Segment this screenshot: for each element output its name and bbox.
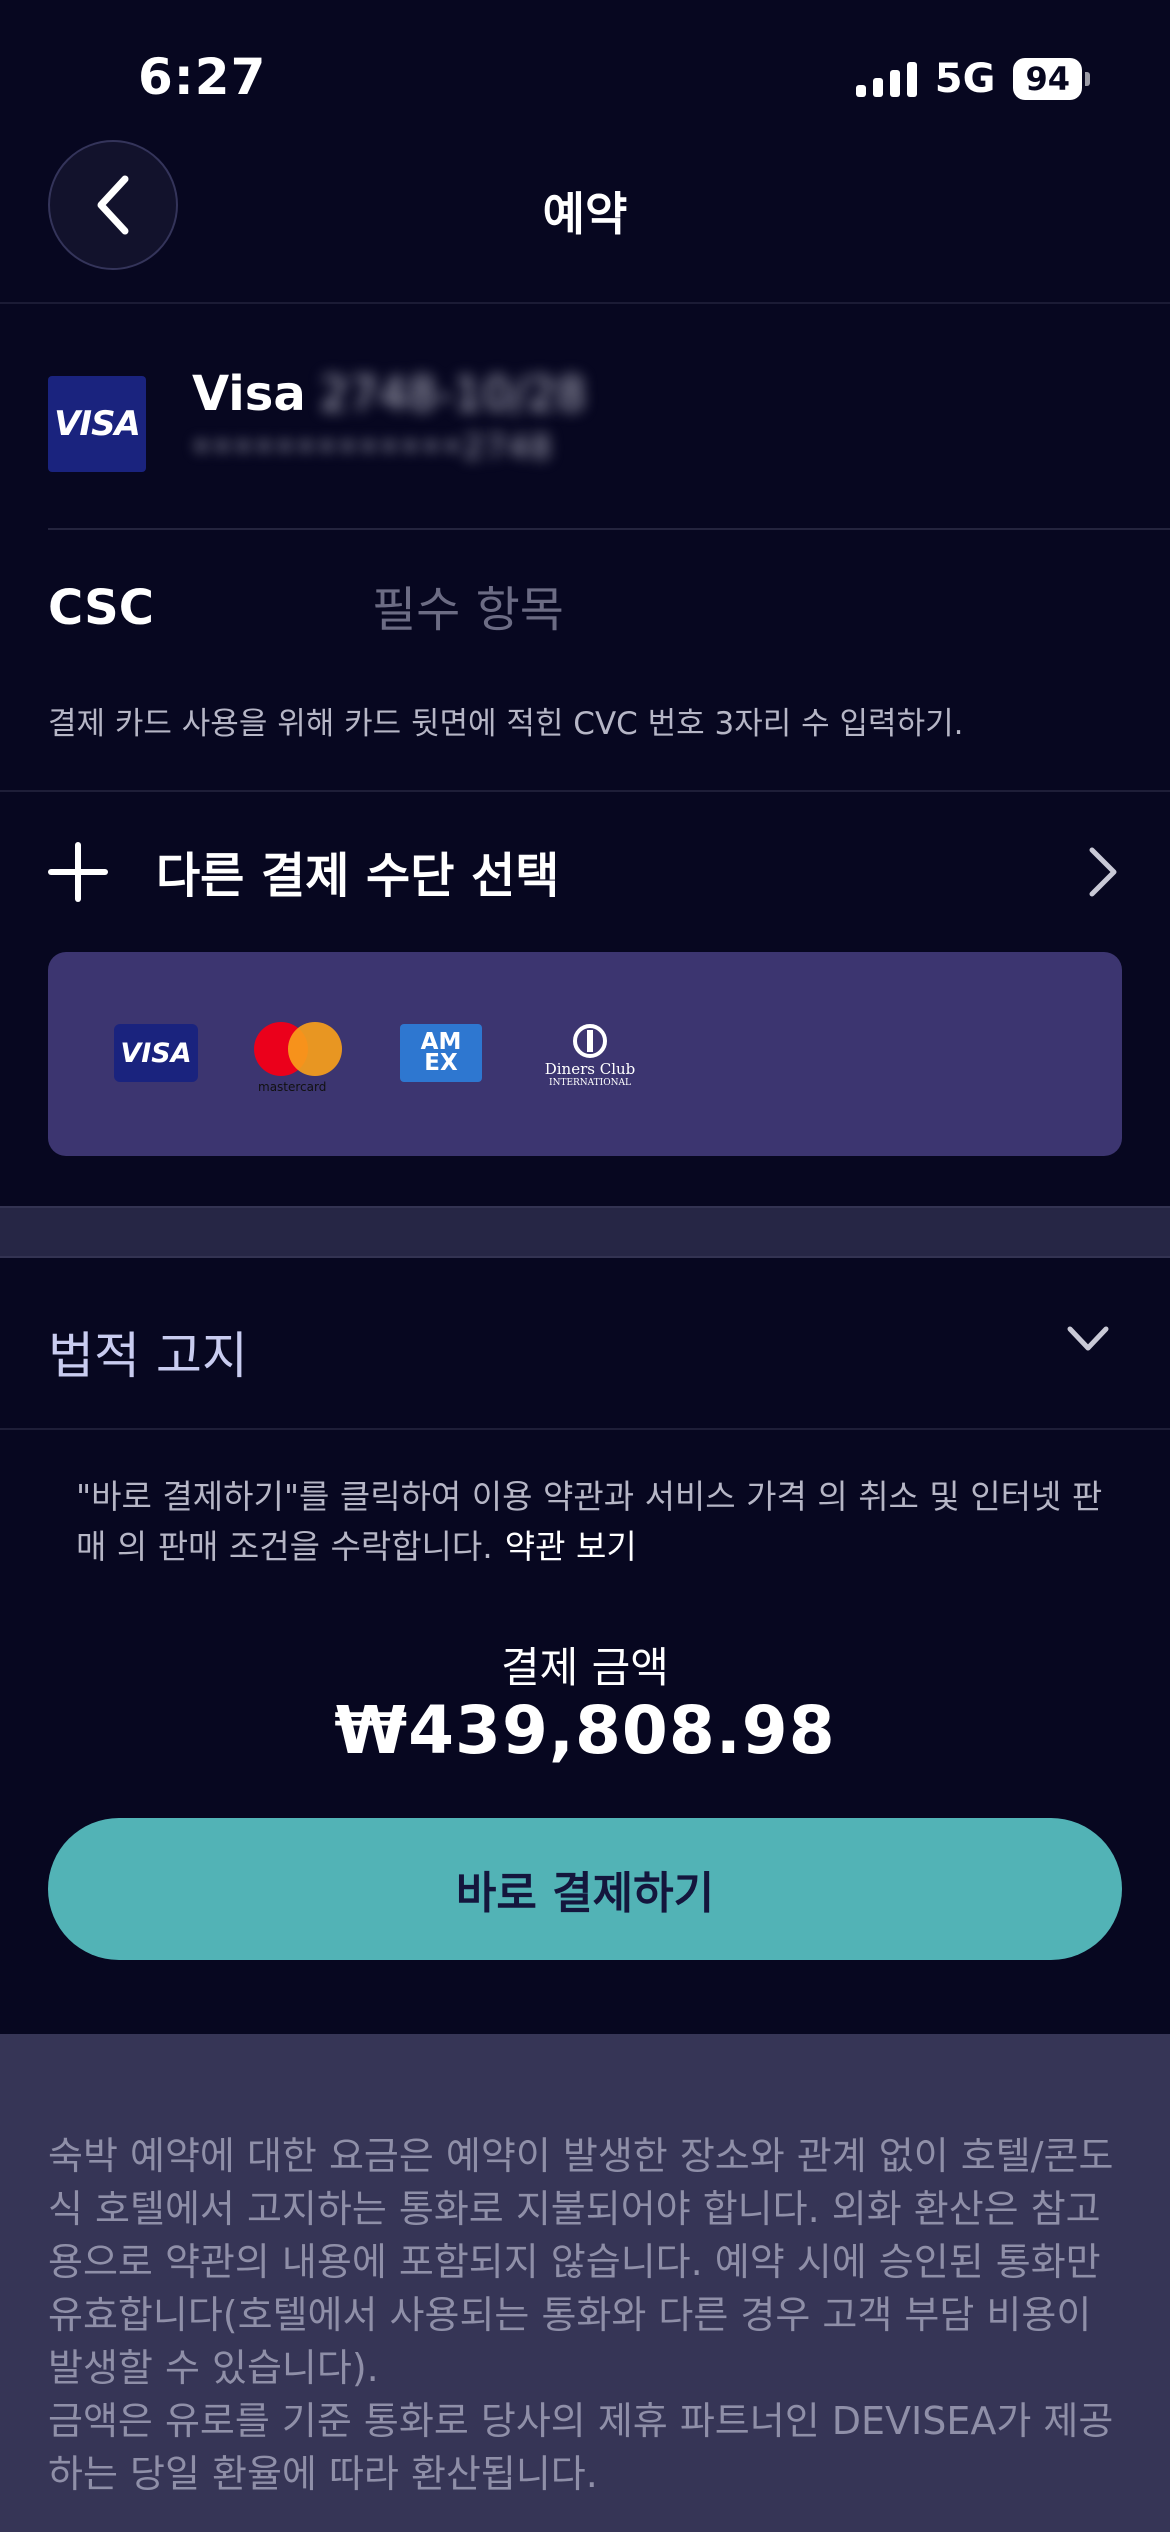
section-separator — [0, 1206, 1170, 1258]
status-bar: 6:27 5G 94 — [0, 0, 1170, 140]
amex-logo-text-2: EX — [424, 1050, 458, 1076]
csc-label: CSC — [48, 580, 154, 636]
payment-amount: ₩439,808.98 — [334, 1692, 836, 1769]
terms-notice: "바로 결제하기"를 클릭하여 이용 약관과 서비스 가격 의 취소 및 인터넷… — [76, 1472, 1116, 1572]
page-title: 예약 — [542, 187, 628, 241]
view-terms-link[interactable]: 약관 보기 — [505, 1527, 637, 1566]
card-brand: Visa — [192, 366, 306, 422]
visa-logo-text: VISA — [120, 1037, 192, 1069]
disclaimer-paragraph-2: 금액은 유로를 기준 통화로 당사의 제휴 파트너인 DEVISEA가 제공하는… — [48, 2399, 1114, 2496]
disclaimer-text: 숙박 예약에 대한 요금은 예약이 발생한 장소와 관계 없이 호텔/콘도식 호… — [48, 2130, 1128, 2501]
mastercard-logo: mastercard — [254, 1022, 344, 1102]
disclaimer-paragraph-1: 숙박 예약에 대한 요금은 예약이 발생한 장소와 관계 없이 호텔/콘도식 호… — [48, 2134, 1114, 2390]
amex-logo: AM EX — [400, 1024, 482, 1082]
chevron-down-icon — [1067, 1326, 1109, 1351]
chevron-right-icon — [1089, 847, 1117, 897]
csc-hint: 결제 카드 사용을 위해 카드 뒷면에 적힌 CVC 번호 3자리 수 입력하기… — [48, 706, 964, 742]
card-expiry: 2748-10/28 — [319, 367, 586, 421]
visa-logo: VISA — [48, 376, 146, 472]
other-payment-button[interactable]: 다른 결제 수단 선택 — [0, 792, 1170, 952]
selected-card[interactable]: VISA Visa 2748-10/28 •••••••••••••2748 — [48, 304, 1170, 530]
visa-logo: VISA — [114, 1024, 198, 1082]
booking-payment-screen: 6:27 5G 94 예약 VISA Visa 2748-10/28 •••••… — [0, 0, 1170, 2532]
network-type: 5G — [934, 56, 996, 102]
diners-club-logo: Diners Club INTERNATIONAL — [540, 1024, 640, 1094]
legal-notice-toggle[interactable]: 법적 고지 — [0, 1258, 1170, 1430]
status-indicators: 5G 94 — [855, 56, 1090, 102]
diners-logo-subtext: INTERNATIONAL — [549, 1078, 631, 1088]
other-payment-label: 다른 결제 수단 선택 — [156, 848, 560, 904]
visa-logo-text: VISA — [54, 404, 141, 444]
csc-input[interactable] — [372, 572, 1072, 648]
nav-bar: 예약 — [0, 140, 1170, 304]
payment-amount-label: 결제 금액 — [501, 1643, 669, 1692]
signal-icon — [855, 61, 917, 97]
battery-icon: 94 — [1013, 58, 1090, 100]
plus-icon — [48, 842, 108, 902]
mastercard-logo-text: mastercard — [258, 1080, 327, 1094]
battery-level: 94 — [1013, 58, 1082, 100]
legal-notice-title: 법적 고지 — [48, 1327, 248, 1385]
card-info: Visa 2748-10/28 •••••••••••••2748 — [192, 366, 586, 466]
card-number: •••••••••••••2748 — [192, 428, 553, 466]
accepted-cards-panel: VISA mastercard AM EX Diners Club INTERN… — [48, 952, 1122, 1156]
currency-disclaimer: 숙박 예약에 대한 요금은 예약이 발생한 장소와 관계 없이 호텔/콘도식 호… — [0, 2034, 1170, 2532]
pay-now-button[interactable]: 바로 결제하기 — [48, 1818, 1122, 1960]
status-time: 6:27 — [138, 48, 267, 106]
diners-logo-text: Diners Club — [544, 1060, 636, 1078]
